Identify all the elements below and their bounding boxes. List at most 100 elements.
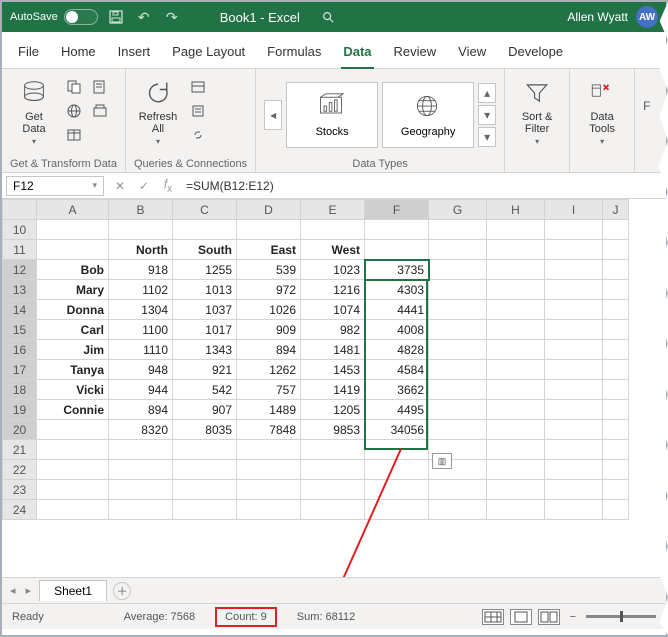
- fx-icon[interactable]: fx: [156, 177, 180, 194]
- cell[interactable]: [37, 240, 109, 260]
- cell[interactable]: Jim: [37, 340, 109, 360]
- sheet-prev-icon[interactable]: ◂: [8, 584, 18, 597]
- page-break-view-icon[interactable]: [538, 609, 560, 625]
- row-header[interactable]: 14: [3, 300, 37, 320]
- row-header[interactable]: 16: [3, 340, 37, 360]
- cell[interactable]: [365, 460, 429, 480]
- cell[interactable]: [429, 340, 487, 360]
- tab-developer[interactable]: Develope: [506, 40, 565, 68]
- col-header[interactable]: B: [109, 200, 173, 220]
- cell[interactable]: [603, 240, 629, 260]
- cell[interactable]: [545, 340, 603, 360]
- cell[interactable]: 757: [237, 380, 301, 400]
- cell[interactable]: 9853: [301, 420, 365, 440]
- row-header[interactable]: 11: [3, 240, 37, 260]
- sort-filter-button[interactable]: Sort & Filter ▾: [513, 73, 561, 146]
- search-icon[interactable]: [318, 7, 338, 27]
- cell[interactable]: [365, 480, 429, 500]
- cell[interactable]: 1216: [301, 280, 365, 300]
- cell[interactable]: 1102: [109, 280, 173, 300]
- cell[interactable]: 1489: [237, 400, 301, 420]
- cell[interactable]: [301, 460, 365, 480]
- cell[interactable]: [37, 220, 109, 240]
- cell[interactable]: Mary: [37, 280, 109, 300]
- row-header[interactable]: 20: [3, 420, 37, 440]
- cell[interactable]: 4828: [365, 340, 429, 360]
- cell[interactable]: [173, 220, 237, 240]
- cell[interactable]: [37, 480, 109, 500]
- cell[interactable]: 4584: [365, 360, 429, 380]
- cell[interactable]: [109, 460, 173, 480]
- cell[interactable]: [301, 440, 365, 460]
- sheet-tab[interactable]: Sheet1: [39, 580, 107, 601]
- cell[interactable]: [429, 220, 487, 240]
- existing-conn-icon[interactable]: [90, 101, 110, 121]
- from-web-icon[interactable]: [64, 101, 84, 121]
- tab-insert[interactable]: Insert: [116, 40, 153, 68]
- cell[interactable]: [487, 400, 545, 420]
- col-header[interactable]: D: [237, 200, 301, 220]
- cell[interactable]: [429, 300, 487, 320]
- col-header[interactable]: J: [603, 200, 629, 220]
- cell[interactable]: 1205: [301, 400, 365, 420]
- refresh-all-button[interactable]: Refresh All ▾: [134, 73, 182, 146]
- get-data-button[interactable]: Get Data ▾: [10, 73, 58, 146]
- cell[interactable]: 1023: [301, 260, 365, 280]
- cell[interactable]: East: [237, 240, 301, 260]
- cell[interactable]: [545, 240, 603, 260]
- add-sheet-button[interactable]: ＋: [113, 582, 131, 600]
- accept-formula-icon[interactable]: ✓: [132, 179, 156, 193]
- cell[interactable]: 4441: [365, 300, 429, 320]
- cell[interactable]: 1255: [173, 260, 237, 280]
- cell[interactable]: North: [109, 240, 173, 260]
- cell[interactable]: [487, 300, 545, 320]
- cell[interactable]: [603, 320, 629, 340]
- cell[interactable]: 542: [173, 380, 237, 400]
- cell[interactable]: 539: [237, 260, 301, 280]
- cell[interactable]: 1304: [109, 300, 173, 320]
- cell[interactable]: 3662: [365, 380, 429, 400]
- cell[interactable]: 1343: [173, 340, 237, 360]
- cell[interactable]: [603, 460, 629, 480]
- tab-review[interactable]: Review: [392, 40, 439, 68]
- save-icon[interactable]: [106, 7, 126, 27]
- recent-sources-icon[interactable]: [90, 77, 110, 97]
- cell[interactable]: 1262: [237, 360, 301, 380]
- worksheet-grid[interactable]: A B C D E F G H I J 1011NorthSouthEastWe…: [2, 199, 666, 577]
- cell[interactable]: [365, 220, 429, 240]
- cell[interactable]: [603, 400, 629, 420]
- cell[interactable]: 8320: [109, 420, 173, 440]
- cell[interactable]: 1100: [109, 320, 173, 340]
- cell[interactable]: [603, 300, 629, 320]
- datatype-up[interactable]: ▴: [478, 83, 496, 103]
- queries-icon[interactable]: [188, 77, 208, 97]
- cell[interactable]: [37, 420, 109, 440]
- sheet-next-icon[interactable]: ▸: [24, 584, 34, 597]
- cell[interactable]: [487, 460, 545, 480]
- cell[interactable]: 1013: [173, 280, 237, 300]
- cell[interactable]: West: [301, 240, 365, 260]
- datatype-stocks[interactable]: Stocks: [286, 82, 378, 148]
- cell[interactable]: [37, 500, 109, 520]
- datatype-down[interactable]: ▾: [478, 105, 496, 125]
- paste-options-icon[interactable]: ▥: [432, 453, 452, 469]
- cell[interactable]: [487, 500, 545, 520]
- cell[interactable]: [237, 480, 301, 500]
- row-header[interactable]: 15: [3, 320, 37, 340]
- col-header[interactable]: G: [429, 200, 487, 220]
- cell[interactable]: [109, 220, 173, 240]
- name-box[interactable]: F12 ▾: [6, 176, 104, 196]
- cell[interactable]: 944: [109, 380, 173, 400]
- cell[interactable]: 1026: [237, 300, 301, 320]
- properties-icon[interactable]: [188, 101, 208, 121]
- cell[interactable]: [237, 220, 301, 240]
- cell[interactable]: [545, 440, 603, 460]
- datatype-geography[interactable]: Geography: [382, 82, 474, 148]
- cell[interactable]: [237, 440, 301, 460]
- cell[interactable]: [603, 280, 629, 300]
- from-table-icon[interactable]: [64, 125, 84, 145]
- cell[interactable]: [487, 440, 545, 460]
- datatype-more[interactable]: ▾: [478, 127, 496, 147]
- cell[interactable]: Vicki: [37, 380, 109, 400]
- cell[interactable]: [487, 240, 545, 260]
